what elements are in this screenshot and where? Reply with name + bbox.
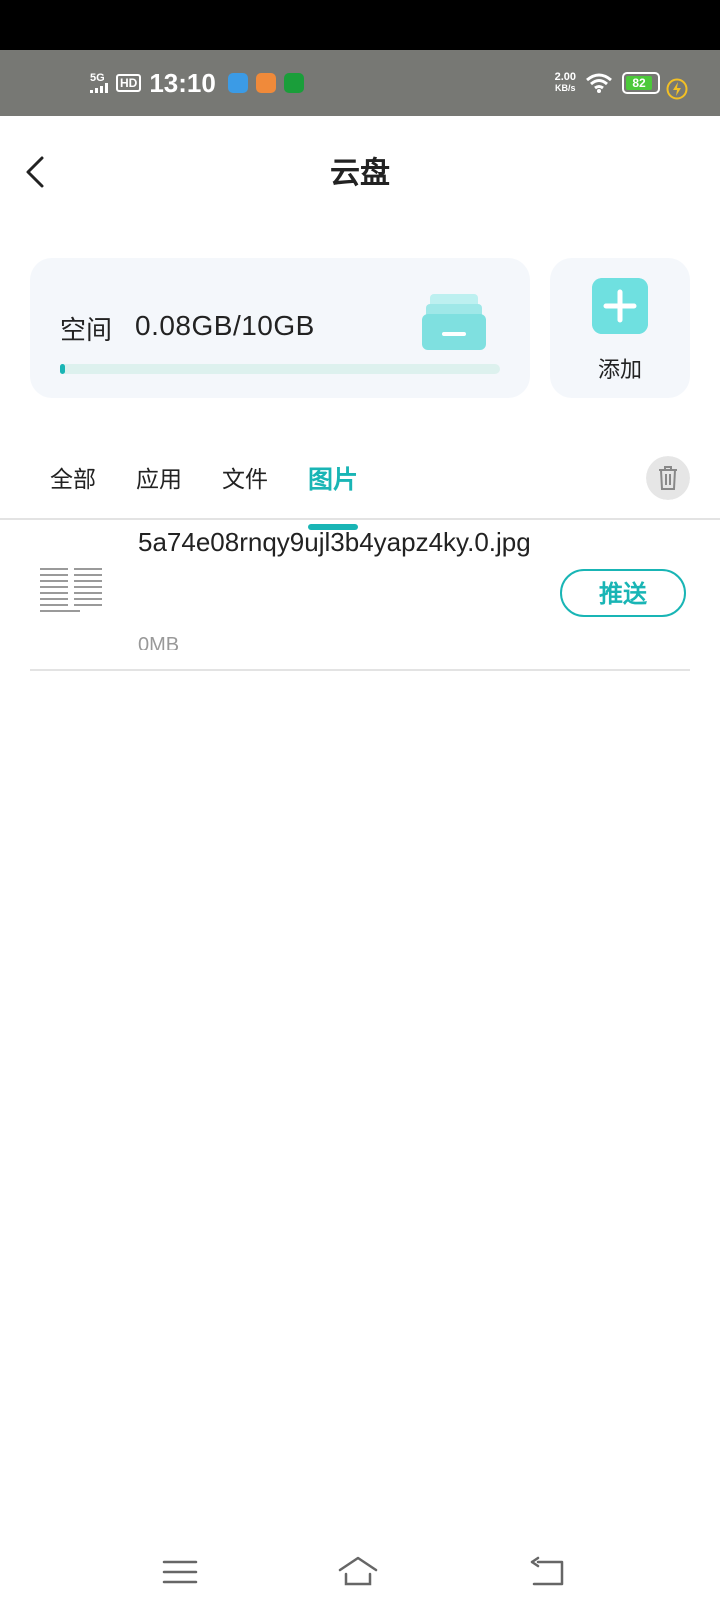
inbox-tray-icon xyxy=(422,294,486,350)
storage-label: 空间 xyxy=(60,315,113,345)
row-divider xyxy=(30,669,690,671)
battery-icon: 82 xyxy=(622,72,660,94)
home-icon[interactable] xyxy=(338,1554,378,1590)
add-label: 添加 xyxy=(597,357,642,382)
menu-icon[interactable] xyxy=(160,1554,200,1590)
storage-card: 空间 0.08GB/10GB xyxy=(30,258,530,398)
page-title: 云盘 xyxy=(330,157,390,190)
app-notification-icon xyxy=(227,73,248,93)
category-tabs: 全部 应用 文件 图片 xyxy=(50,460,359,530)
return-icon[interactable] xyxy=(528,1554,568,1590)
signal-bars-icon xyxy=(90,83,108,93)
video-app-icon xyxy=(255,73,276,93)
file-row[interactable]: 5a74e08rnqy9ujl3b4yapz4ky.0.jpg 0MB 推送 xyxy=(0,520,720,671)
tab-apps[interactable]: 应用 xyxy=(136,460,182,496)
tab-files[interactable]: 文件 xyxy=(222,460,268,496)
system-nav-bar xyxy=(0,1540,720,1612)
battery-level: 82 xyxy=(626,76,652,90)
storage-progress-fill xyxy=(60,364,66,374)
net-speed-value: 2.00 xyxy=(554,71,576,83)
chat-app-icon xyxy=(283,73,304,93)
tab-images[interactable]: 图片 xyxy=(308,460,359,530)
status-left: 5G HD 13:10 xyxy=(90,50,304,116)
status-time: 13:10 xyxy=(149,67,216,98)
net-speed: 2.00 KB/s xyxy=(555,72,576,94)
top-bezel xyxy=(0,0,720,50)
status-right: 2.00 KB/s 82 xyxy=(555,50,660,116)
signal-indicator: 5G xyxy=(90,73,108,93)
push-button[interactable]: 推送 xyxy=(560,569,686,617)
net-speed-unit: KB/s xyxy=(555,83,576,93)
charging-icon xyxy=(666,78,688,100)
hd-badge: HD xyxy=(116,74,142,92)
file-size: 0MB xyxy=(138,634,180,650)
add-card[interactable]: 添加 xyxy=(550,258,690,398)
tab-images-label: 图片 xyxy=(308,466,359,494)
storage-progress-bar xyxy=(60,364,500,374)
wifi-icon xyxy=(586,73,612,93)
trash-icon[interactable] xyxy=(646,456,690,500)
network-type: 5G xyxy=(90,72,105,84)
storage-usage: 0.08GB/10GB xyxy=(135,310,315,341)
tab-all[interactable]: 全部 xyxy=(50,460,96,496)
plus-icon[interactable] xyxy=(592,278,648,334)
image-thumbnail[interactable] xyxy=(38,562,106,618)
status-bar: 5G HD 13:10 2.00 KB/s 82 xyxy=(0,50,720,116)
file-name: 5a74e08rnqy9ujl3b4yapz4ky.0.jpg xyxy=(138,527,531,557)
